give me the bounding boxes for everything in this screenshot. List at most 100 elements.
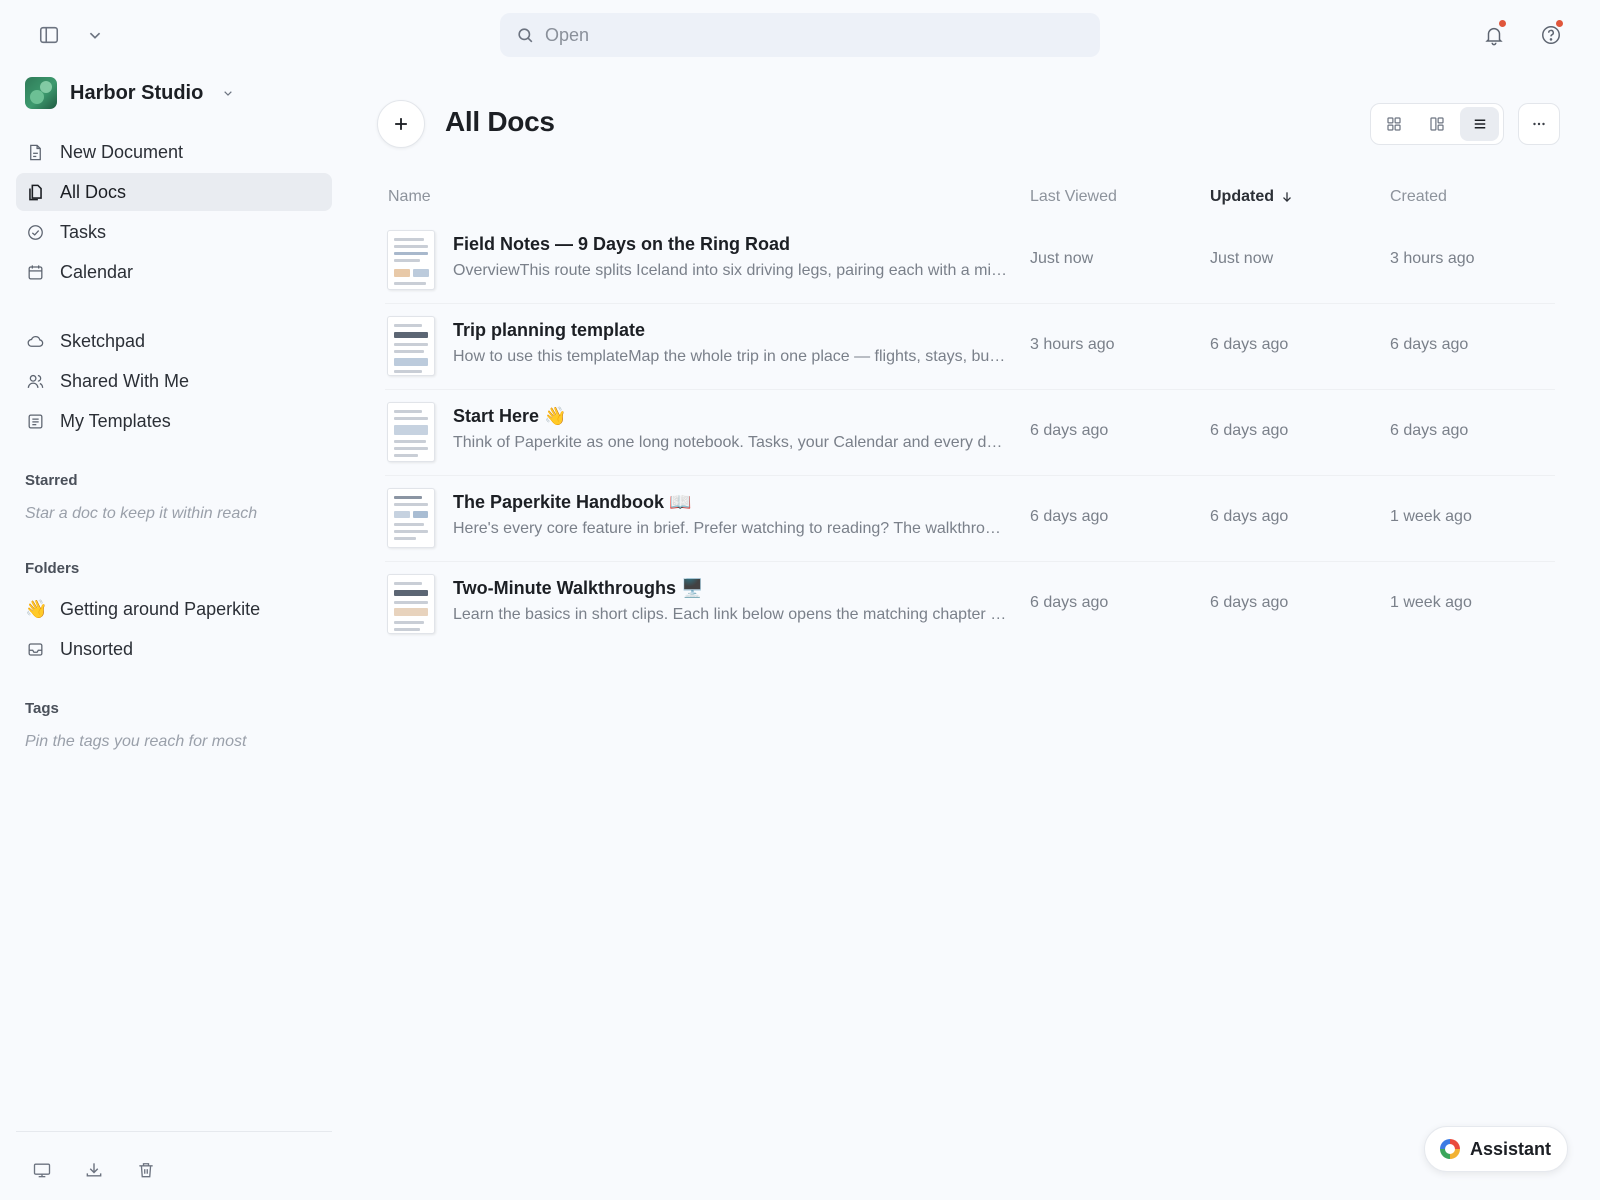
grid-view-button[interactable] <box>1375 107 1414 141</box>
column-header-created[interactable]: Created <box>1390 188 1447 206</box>
add-document-button[interactable] <box>377 100 425 148</box>
created-cell: 6 days ago <box>1390 336 1469 353</box>
folders-list: 👋 Getting around Paperkite Unsorted <box>16 590 332 670</box>
assistant-logo-icon <box>1440 1139 1460 1159</box>
primary-nav: New Document All Docs Tasks Calendar <box>16 133 332 293</box>
created-cell: 6 days ago <box>1390 422 1469 439</box>
document-thumbnail <box>387 316 435 376</box>
table-row[interactable]: Two-Minute Walkthroughs 🖥️ Learn the bas… <box>385 562 1555 648</box>
sidebar-item-my-templates[interactable]: My Templates <box>16 402 332 440</box>
sidebar-item-tasks[interactable]: Tasks <box>16 213 332 251</box>
last-viewed-cell: 6 days ago <box>1030 594 1109 611</box>
assistant-label: Assistant <box>1470 1138 1552 1159</box>
sidebar-item-label: Calendar <box>60 261 134 282</box>
grid-icon <box>1387 117 1401 131</box>
sidebar-item-label: My Templates <box>60 410 171 431</box>
created-cell: 3 hours ago <box>1390 250 1475 267</box>
document-snippet: Think of Paperkite as one long notebook.… <box>453 434 1008 451</box>
masonry-view-button[interactable] <box>1418 107 1457 141</box>
calendar-icon <box>25 262 45 282</box>
download-icon[interactable] <box>81 1157 107 1183</box>
sidebar-item-all-docs[interactable]: All Docs <box>16 173 332 211</box>
assistant-button[interactable]: Assistant <box>1424 1126 1568 1172</box>
column-header-updated[interactable]: Updated <box>1210 188 1294 206</box>
workspace-switcher[interactable]: Harbor Studio <box>25 77 236 109</box>
updated-cell: 6 days ago <box>1210 508 1289 525</box>
sidebar-item-label: Unsorted <box>60 638 134 659</box>
list-icon <box>1474 119 1485 129</box>
starred-empty-hint: Star a doc to keep it within reach <box>25 505 258 522</box>
all-docs-icon <box>25 182 45 202</box>
document-title: Field Notes — 9 Days on the Ring Road <box>453 234 791 254</box>
bell-icon[interactable] <box>1481 20 1507 48</box>
last-viewed-cell: Just now <box>1030 250 1094 267</box>
column-header-last-viewed[interactable]: Last Viewed <box>1030 188 1117 206</box>
more-options-button[interactable] <box>1518 103 1560 145</box>
document-title: Two-Minute Walkthroughs 🖥️ <box>453 578 704 598</box>
document-snippet: Here's every core feature in brief. Pref… <box>453 520 1008 537</box>
waving-hand-icon: 👋 <box>25 598 48 619</box>
document-thumbnail <box>387 574 435 634</box>
column-header-name[interactable]: Name <box>388 188 431 206</box>
workspace-name: Harbor Studio <box>70 81 204 104</box>
sidebar-item-label: New Document <box>60 141 184 162</box>
list-view-button[interactable] <box>1460 107 1500 141</box>
sidebar-bottom-actions <box>29 1157 159 1183</box>
table-row[interactable]: Field Notes — 9 Days on the Ring Road Ov… <box>385 218 1555 304</box>
starred-section-title: Starred <box>25 472 78 489</box>
document-snippet: How to use this templateMap the whole tr… <box>453 348 1008 365</box>
created-cell: 1 week ago <box>1390 594 1472 611</box>
tags-section-title: Tags <box>25 700 59 717</box>
plus-icon <box>395 118 407 130</box>
masonry-icon <box>1430 117 1444 131</box>
sidebar-item-label: Tasks <box>60 221 107 242</box>
updated-cell: 6 days ago <box>1210 422 1289 439</box>
sidebar-divider <box>16 1131 332 1132</box>
users-icon <box>25 371 45 391</box>
page-title: All Docs <box>445 106 555 137</box>
sidebar-item-shared-with-me[interactable]: Shared With Me <box>16 362 332 400</box>
sidebar-item-label: Sketchpad <box>60 330 146 351</box>
templates-icon <box>25 411 45 431</box>
desktop-icon[interactable] <box>29 1157 55 1183</box>
more-horizontal-icon <box>1533 122 1545 126</box>
table-row[interactable]: Start Here 👋 Think of Paperkite as one l… <box>385 390 1555 476</box>
table-row[interactable]: The Paperkite Handbook 📖 Here's every co… <box>385 476 1555 562</box>
sidebar-toggle-icon[interactable] <box>36 22 62 48</box>
sidebar-folder-getting-around[interactable]: 👋 Getting around Paperkite <box>16 590 332 628</box>
inbox-icon <box>25 639 45 659</box>
table-row[interactable]: Trip planning template How to use this t… <box>385 304 1555 390</box>
help <box>1538 20 1564 48</box>
help-icon[interactable] <box>1538 20 1564 48</box>
sidebar-item-label: Shared With Me <box>60 370 190 391</box>
sidebar-item-label: Getting around Paperkite <box>60 598 261 619</box>
sidebar-folder-unsorted[interactable]: Unsorted <box>16 630 332 668</box>
workspace-logo <box>25 77 57 109</box>
app-window: Harbor Studio New Document All Docs Task… <box>0 0 1600 1200</box>
secondary-nav: Sketchpad Shared With Me My Templates <box>16 322 332 442</box>
chevron-down-icon <box>224 91 233 96</box>
sidebar-item-new-document[interactable]: New Document <box>16 133 332 171</box>
new-document-icon <box>25 142 45 162</box>
cloud-icon <box>25 331 45 351</box>
document-thumbnail <box>387 488 435 548</box>
last-viewed-cell: 6 days ago <box>1030 508 1109 525</box>
sidebar-top-controls <box>36 22 108 48</box>
trash-icon[interactable] <box>133 1157 159 1183</box>
view-mode-toggle <box>1370 103 1504 145</box>
sidebar-item-calendar[interactable]: Calendar <box>16 253 332 291</box>
table-header: Name Last Viewed Updated Created <box>385 178 1555 218</box>
search-bar[interactable] <box>500 13 1100 57</box>
sidebar-item-sketchpad[interactable]: Sketchpad <box>16 322 332 360</box>
arrow-down-icon <box>1283 192 1291 202</box>
notifications <box>1481 20 1507 48</box>
document-snippet: OverviewThis route splits Iceland into s… <box>453 262 1008 279</box>
search-input[interactable] <box>545 24 1065 46</box>
document-thumbnail <box>387 402 435 462</box>
document-snippet: Learn the basics in short clips. Each li… <box>453 606 1008 623</box>
document-thumbnail <box>387 230 435 290</box>
chevron-down-icon[interactable] <box>82 22 108 48</box>
last-viewed-cell: 6 days ago <box>1030 422 1109 439</box>
document-title: The Paperkite Handbook 📖 <box>453 492 692 512</box>
updated-cell: 6 days ago <box>1210 594 1289 611</box>
